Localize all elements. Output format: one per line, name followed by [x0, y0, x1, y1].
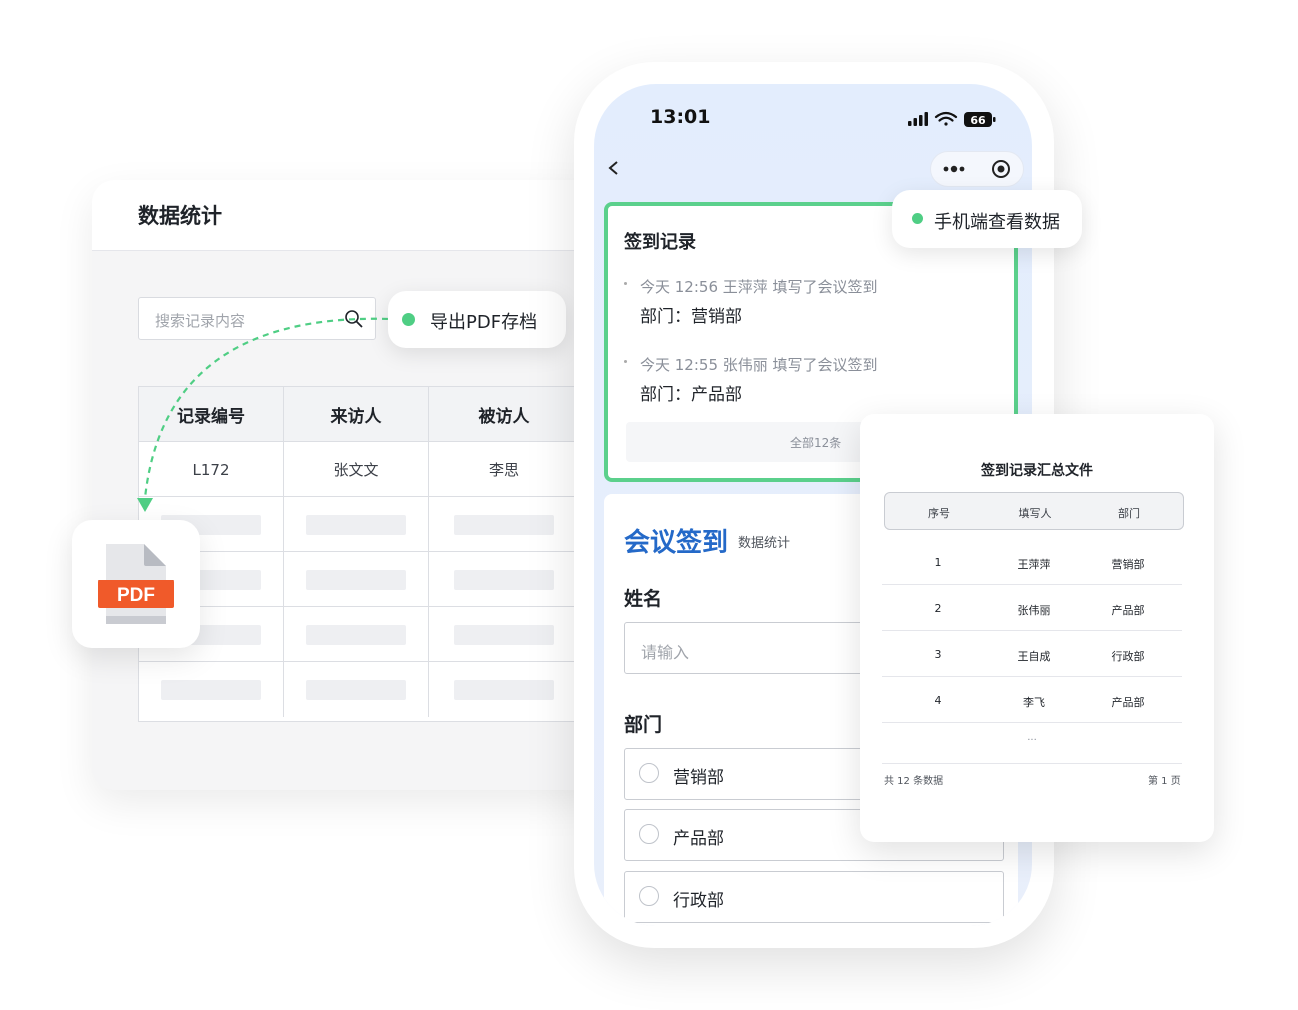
status-icons: 66 — [908, 111, 996, 127]
radio-circle-icon — [639, 824, 659, 844]
doc-header-row: 序号 填写人 部门 — [884, 492, 1184, 530]
doc-cell: 王萍萍 — [1017, 558, 1051, 571]
close-target-icon[interactable] — [991, 159, 1011, 179]
mini-program-capsule[interactable] — [930, 151, 1024, 187]
desktop-stats-panel: 数据统计 搜索记录内容 记录编号 来访人 被访人 L172 张文文 李思 — [92, 180, 612, 790]
dept-label: 部门 — [624, 714, 663, 736]
search-placeholder: 搜索记录内容 — [155, 312, 246, 330]
export-pdf-chip[interactable]: 导出PDF存档 — [388, 291, 566, 348]
table-row[interactable]: L172 张文文 李思 — [139, 442, 579, 497]
placeholder-bar — [454, 679, 554, 700]
pdf-file-icon: PDF — [98, 544, 174, 624]
table-header-cell: 记录编号 — [139, 387, 284, 442]
table-row-placeholder — [139, 497, 579, 552]
table-row: 3 王自成 行政部 — [882, 630, 1182, 677]
table-header-cell: 被访人 — [478, 407, 530, 427]
bullet — [624, 360, 627, 363]
radio-circle-icon — [639, 763, 659, 783]
pdf-file-tile[interactable]: PDF — [72, 520, 200, 648]
doc-cell: 2 — [934, 602, 942, 615]
table-row-placeholder — [139, 607, 579, 662]
table-row: 4 李飞 产品部 — [882, 676, 1182, 723]
more-dots-icon[interactable] — [943, 161, 967, 177]
doc-cell: 张伟丽 — [1017, 604, 1051, 617]
mobile-view-chip[interactable]: 手机端查看数据 — [892, 190, 1082, 248]
summary-document: 签到记录汇总文件 序号 填写人 部门 1 王萍萍 营销部 2 张伟丽 产品部 3… — [860, 414, 1214, 842]
doc-cell: 1 — [934, 556, 942, 569]
dept-option-label: 行政部 — [673, 891, 724, 911]
placeholder-bar — [454, 569, 554, 590]
table-cell: 张文文 — [284, 442, 429, 497]
doc-title: 签到记录汇总文件 — [981, 463, 1093, 479]
name-label: 姓名 — [624, 588, 663, 610]
radio-circle-icon — [639, 886, 659, 906]
doc-cell: 4 — [934, 694, 942, 707]
placeholder-bar — [306, 569, 406, 590]
mobile-view-label: 手机端查看数据 — [934, 212, 1060, 233]
doc-header-cell: 部门 — [1118, 507, 1140, 520]
desktop-title: 数据统计 — [138, 204, 222, 228]
name-placeholder: 请输入 — [641, 643, 690, 662]
doc-cell: 营销部 — [1111, 558, 1145, 571]
status-dot — [402, 313, 415, 326]
record-dept: 部门：产品部 — [640, 385, 742, 405]
record-dept: 部门：营销部 — [640, 307, 742, 327]
placeholder-bar — [306, 624, 406, 645]
placeholder-bar — [454, 624, 554, 645]
table-row: 2 张伟丽 产品部 — [882, 584, 1182, 631]
table-row-placeholder — [139, 662, 579, 717]
divider — [882, 763, 1182, 764]
record-line: 今天 12:55 张伟丽 填写了会议签到 — [640, 356, 878, 374]
record-line: 今天 12:56 王萍萍 填写了会议签到 — [640, 278, 878, 296]
search-input[interactable]: 搜索记录内容 — [138, 297, 376, 340]
battery-level: 66 — [970, 114, 986, 127]
view-all-label: 全部12条 — [790, 436, 842, 450]
records-title: 签到记录 — [624, 232, 696, 253]
placeholder-bar — [306, 679, 406, 700]
doc-cell: 李飞 — [1023, 696, 1045, 709]
pdf-label: PDF — [117, 585, 155, 606]
doc-cell: 产品部 — [1111, 696, 1145, 709]
doc-cell: 产品部 — [1111, 604, 1145, 617]
status-time: 13:01 — [650, 106, 711, 128]
dept-option-label: 营销部 — [673, 768, 724, 788]
back-chevron-icon[interactable] — [606, 160, 622, 176]
table-cell: L172 — [139, 442, 284, 497]
dept-option-label: 产品部 — [673, 829, 724, 849]
wifi-icon — [934, 111, 958, 126]
doc-total-count: 共 12 条数据 — [884, 776, 944, 787]
table-cell: 李思 — [488, 461, 519, 479]
desktop-header: 数据统计 — [92, 180, 612, 251]
form-subtitle: 数据统计 — [738, 536, 791, 551]
doc-cell: 行政部 — [1111, 650, 1145, 663]
bullet — [624, 282, 627, 285]
status-dot — [912, 213, 923, 224]
search-icon[interactable] — [343, 308, 365, 330]
doc-header-cell: 序号 — [928, 507, 950, 520]
placeholder-bar — [454, 514, 554, 535]
doc-page-number: 第 1 页 — [1148, 776, 1181, 787]
doc-ellipsis: ... — [1027, 732, 1037, 743]
export-pdf-label: 导出PDF存档 — [430, 312, 538, 333]
table-header-row: 记录编号 来访人 被访人 — [139, 387, 579, 442]
dept-option-admin[interactable]: 行政部 — [624, 871, 1004, 923]
doc-header-cell: 填写人 — [1018, 507, 1052, 520]
battery-icon: 66 — [964, 112, 996, 127]
form-title: 会议签到 — [624, 528, 729, 558]
records-table: 记录编号 来访人 被访人 L172 张文文 李思 — [138, 386, 580, 722]
table-header-cell: 来访人 — [284, 387, 429, 442]
signal-icon — [908, 112, 928, 126]
doc-cell: 3 — [934, 648, 942, 661]
table-row: 1 王萍萍 营销部 — [882, 538, 1182, 585]
table-row-placeholder — [139, 552, 579, 607]
placeholder-bar — [161, 679, 261, 700]
doc-cell: 王自成 — [1017, 650, 1051, 663]
placeholder-bar — [306, 514, 406, 535]
